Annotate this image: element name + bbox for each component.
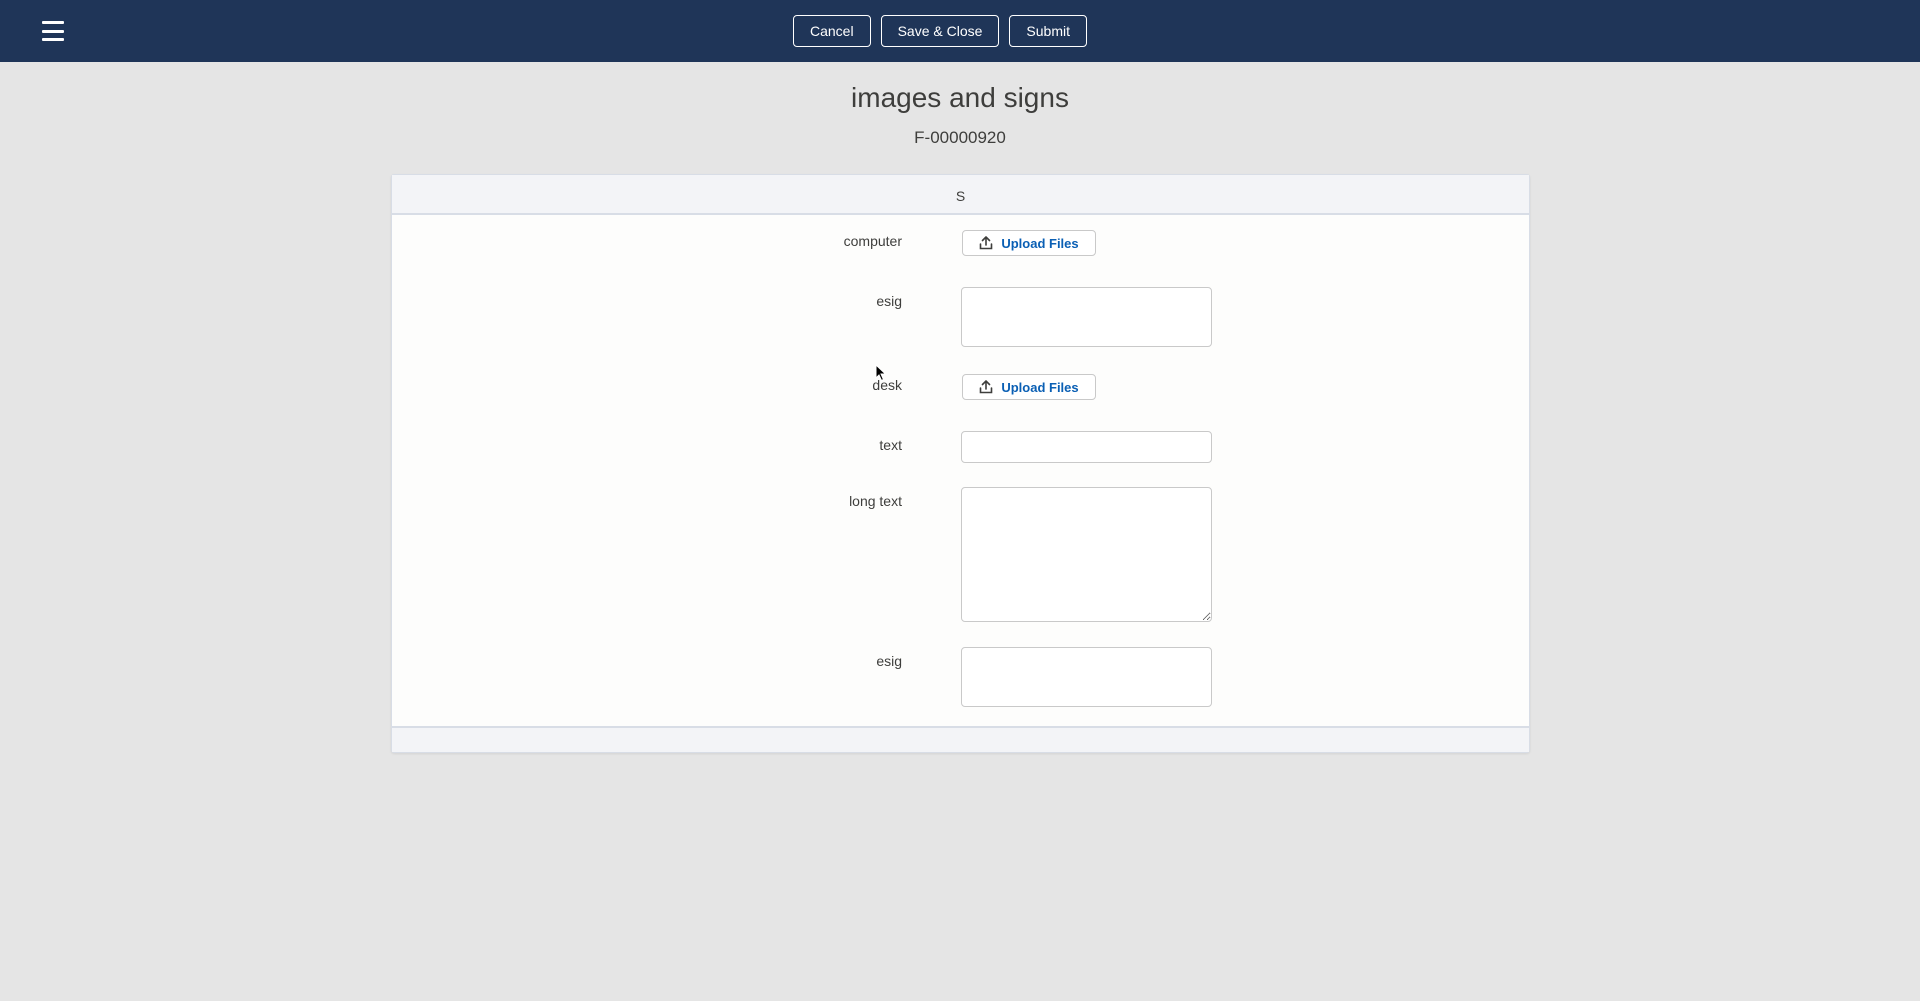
mouse-cursor-icon — [875, 364, 887, 382]
esig-pad-2[interactable] — [961, 647, 1212, 707]
upload-icon — [980, 236, 993, 250]
save-close-button[interactable]: Save & Close — [880, 15, 1000, 47]
computer-upload-button[interactable]: Upload Files — [962, 230, 1096, 256]
long-text-label: long text — [849, 493, 902, 509]
desk-upload-button[interactable]: Upload Files — [962, 374, 1096, 400]
esig-pad-1[interactable] — [961, 287, 1212, 347]
esig-label-1: esig — [876, 293, 902, 309]
desk-label: desk — [872, 377, 902, 393]
top-bar: Cancel Save & Close Submit — [0, 0, 1920, 62]
section-header: S — [392, 175, 1529, 215]
computer-upload-label: Upload Files — [1001, 235, 1079, 251]
top-actions: Cancel Save & Close Submit — [0, 15, 1920, 47]
desk-upload-label: Upload Files — [1001, 379, 1079, 395]
long-text-textarea[interactable] — [961, 487, 1212, 622]
page-title: images and signs — [851, 82, 1069, 113]
computer-label: computer — [843, 233, 902, 249]
cancel-button[interactable]: Cancel — [793, 15, 871, 47]
record-id: F-00000920 — [914, 128, 1006, 147]
upload-icon — [980, 380, 993, 394]
text-label: text — [879, 437, 902, 453]
submit-button[interactable]: Submit — [1009, 15, 1087, 47]
esig-label-2: esig — [876, 653, 902, 669]
text-input[interactable] — [961, 431, 1212, 463]
form-card: S computer Upload Files esig desk Upload… — [391, 174, 1530, 753]
section-footer — [392, 726, 1529, 752]
